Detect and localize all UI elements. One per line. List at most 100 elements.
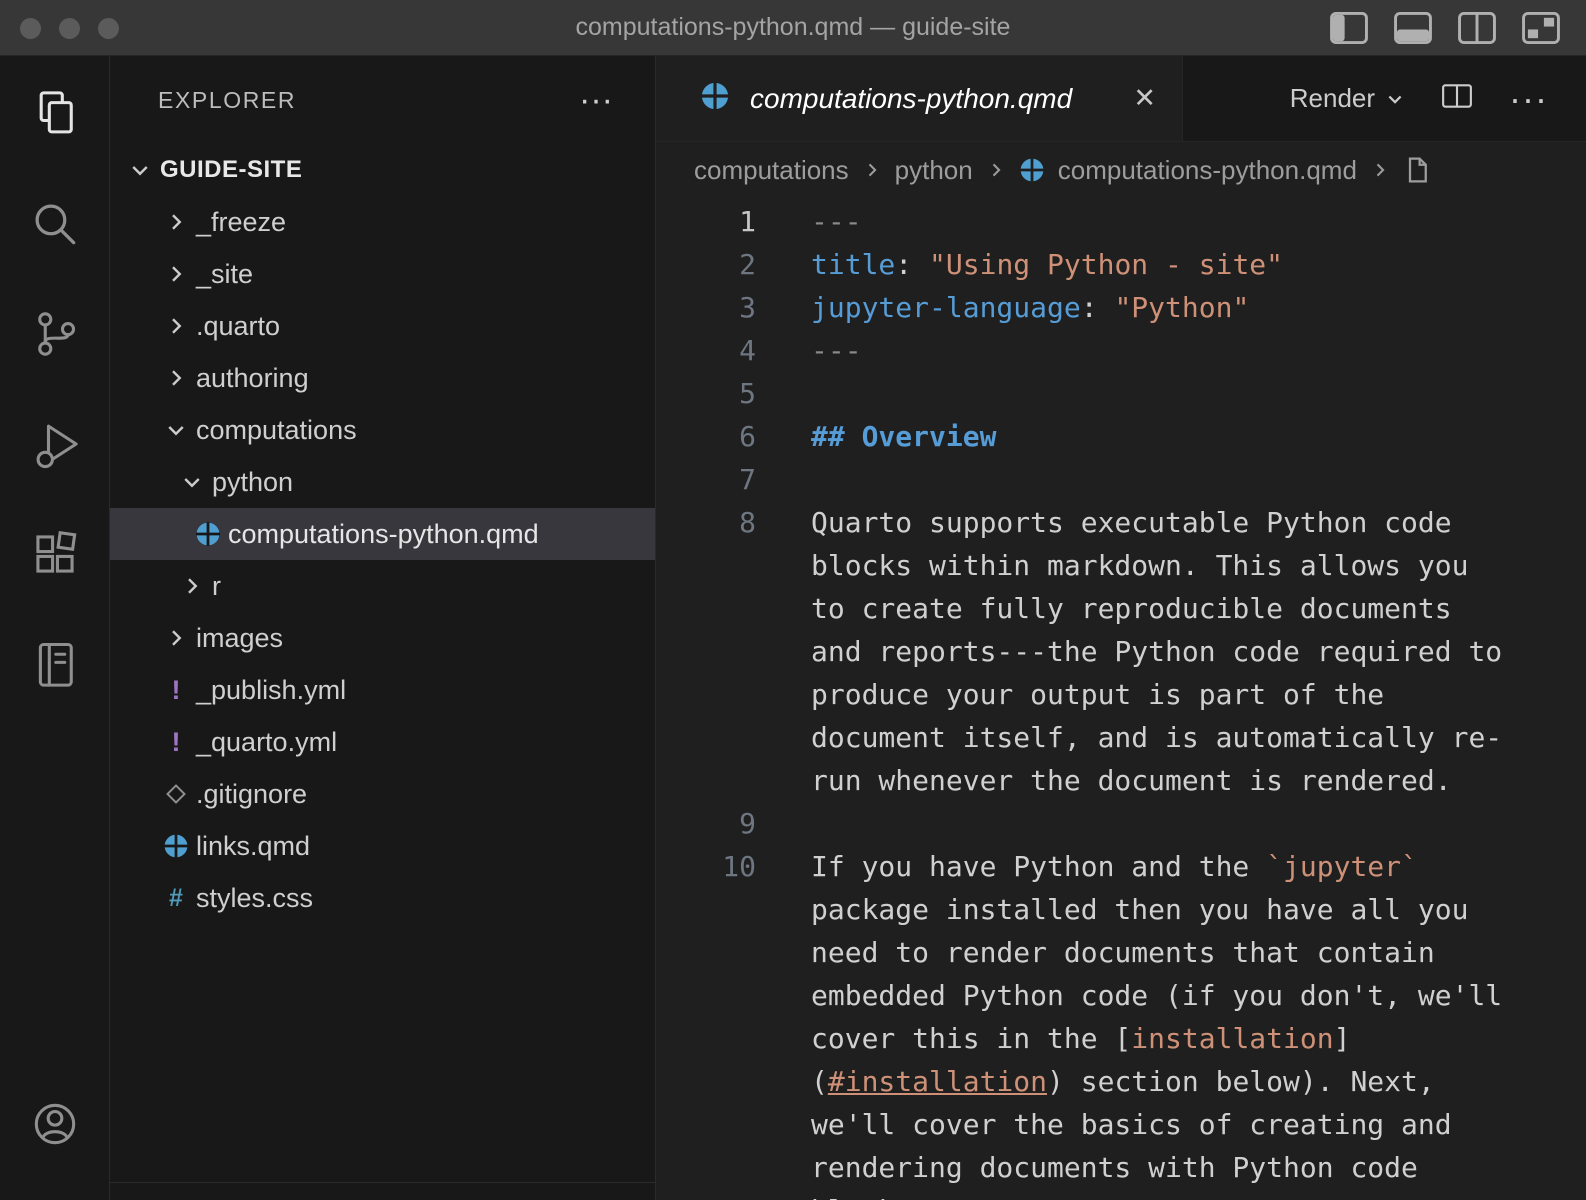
git-icon <box>160 787 192 801</box>
code-line-3[interactable]: 3 jupyter-language: "Python" <box>656 286 1586 329</box>
code-line-4[interactable]: 4--- <box>656 329 1586 372</box>
outline-label: OUTLINE <box>160 1195 268 1200</box>
tree-item-r[interactable]: r <box>110 560 655 612</box>
tree-item-authoring[interactable]: authoring <box>110 352 655 404</box>
tree-item--quarto[interactable]: .quarto <box>110 300 655 352</box>
notebook-icon[interactable] <box>29 638 81 690</box>
tab-label: computations-python.qmd <box>750 83 1072 115</box>
quarto-icon <box>700 81 730 116</box>
tab-computations-python-qmd[interactable]: computations-python.qmd ✕ <box>656 56 1183 141</box>
editor-actions: Render ··· <box>1290 56 1586 141</box>
tab-close-icon[interactable]: ✕ <box>1133 83 1156 114</box>
line-content: title: "Using Python - site" <box>811 243 1513 286</box>
line-content <box>811 372 1513 415</box>
explorer-sidebar: EXPLORER ··· GUIDE-SITE _freeze _site .qua… <box>110 56 656 1200</box>
outline-section-header[interactable]: OUTLINE <box>110 1182 655 1200</box>
quarto-icon <box>192 521 224 547</box>
tree-item-label: _site <box>196 259 253 290</box>
tree-root-guide-site[interactable]: GUIDE-SITE <box>110 144 655 196</box>
render-button[interactable]: Render <box>1290 83 1405 114</box>
extensions-icon[interactable] <box>29 528 81 580</box>
code-line-2[interactable]: 2title: "Using Python - site" <box>656 243 1586 286</box>
line-number: 9 <box>656 802 756 845</box>
tree-item--freeze[interactable]: _freeze <box>110 196 655 248</box>
source-control-icon[interactable] <box>29 308 81 360</box>
breadcrumb-item-python[interactable]: python <box>895 155 973 186</box>
line-number: 8 <box>656 501 756 802</box>
tree-item--gitignore[interactable]: .gitignore <box>110 768 655 820</box>
files-icon[interactable] <box>29 88 81 140</box>
tree-item-label: computations-python.qmd <box>228 519 539 550</box>
yaml-icon: ! <box>160 675 192 706</box>
run-debug-icon[interactable] <box>29 418 81 470</box>
chevron-right-icon <box>986 160 1006 180</box>
tree-root-label: GUIDE-SITE <box>160 156 302 184</box>
layout-panel-icon[interactable] <box>1394 12 1432 44</box>
line-number: 4 <box>656 329 756 372</box>
line-number: 3 <box>656 286 756 329</box>
chevron-right-icon <box>1370 160 1390 180</box>
tree-item--site[interactable]: _site <box>110 248 655 300</box>
split-editor-icon[interactable] <box>1441 82 1473 115</box>
line-number: 10 <box>656 845 756 1200</box>
tree-item-links-qmd[interactable]: links.qmd <box>110 820 655 872</box>
layout-sidebar-right-icon[interactable] <box>1458 12 1496 44</box>
chevron-down-icon <box>1385 89 1405 109</box>
tree-item-label: images <box>196 623 283 654</box>
account-icon[interactable] <box>29 1098 81 1150</box>
code-editor[interactable]: 1---2title: "Using Python - site"3 jupyte… <box>656 198 1586 1200</box>
code-line-1[interactable]: 1--- <box>656 200 1586 243</box>
tree-item-label: authoring <box>196 363 309 394</box>
tree-item-styles-css[interactable]: #styles.css <box>110 872 655 924</box>
line-content <box>811 458 1513 501</box>
tree-item-computations[interactable]: computations <box>110 404 655 456</box>
line-content <box>811 802 1513 845</box>
breadcrumb-item-file[interactable]: computations-python.qmd <box>1058 155 1357 186</box>
tree-item-label: computations <box>196 415 357 446</box>
yaml-icon: ! <box>160 727 192 758</box>
tree-item-label: .gitignore <box>196 779 307 810</box>
chevron-right-icon <box>160 262 192 286</box>
code-line-8[interactable]: 8Quarto supports executable Python code … <box>656 501 1586 802</box>
tree-item-label: links.qmd <box>196 831 310 862</box>
tree-item-label: _quarto.yml <box>196 727 337 758</box>
chevron-down-icon <box>124 158 156 182</box>
chevron-right-icon <box>124 1197 156 1200</box>
css-icon: # <box>160 884 192 913</box>
file-outline-icon[interactable] <box>1403 155 1431 186</box>
line-content: jupyter-language: "Python" <box>811 286 1513 329</box>
editor-more-actions-button[interactable]: ··· <box>1509 89 1548 109</box>
line-content: Quarto supports executable Python code b… <box>811 501 1513 802</box>
tree-item-computations-python-qmd[interactable]: computations-python.qmd <box>110 508 655 560</box>
render-button-label: Render <box>1290 83 1375 114</box>
tree-item-python[interactable]: python <box>110 456 655 508</box>
tree-item-label: _publish.yml <box>196 675 346 706</box>
chevron-down-icon <box>176 470 208 494</box>
breadcrumb-item-computations[interactable]: computations <box>694 155 849 186</box>
explorer-more-actions-button[interactable]: ··· <box>579 90 613 110</box>
chevron-right-icon <box>160 366 192 390</box>
line-number: 7 <box>656 458 756 501</box>
quarto-icon <box>1019 155 1045 186</box>
tree-item-images[interactable]: images <box>110 612 655 664</box>
code-line-9[interactable]: 9 <box>656 802 1586 845</box>
tree-item--publish-yml[interactable]: !_publish.yml <box>110 664 655 716</box>
tree-item--quarto-yml[interactable]: !_quarto.yml <box>110 716 655 768</box>
line-content: If you have Python and the `jupyter` pac… <box>811 845 1513 1200</box>
code-line-10[interactable]: 10If you have Python and the `jupyter` p… <box>656 845 1586 1200</box>
code-line-7[interactable]: 7 <box>656 458 1586 501</box>
layout-sidebar-left-icon[interactable] <box>1330 12 1368 44</box>
tree-item-label: .quarto <box>196 311 280 342</box>
editor-group: computations-python.qmd ✕ Render ··· com… <box>656 56 1586 1200</box>
line-number: 5 <box>656 372 756 415</box>
customize-layout-icon[interactable] <box>1522 12 1560 44</box>
explorer-title: EXPLORER <box>158 87 296 114</box>
chevron-right-icon <box>160 626 192 650</box>
chevron-right-icon <box>160 314 192 338</box>
line-number: 6 <box>656 415 756 458</box>
code-line-5[interactable]: 5 <box>656 372 1586 415</box>
search-icon[interactable] <box>29 198 81 250</box>
code-line-6[interactable]: 6## Overview <box>656 415 1586 458</box>
vscode-window: computations-python.qmd — guide-site <box>0 0 1586 1200</box>
tree-item-label: _freeze <box>196 207 286 238</box>
